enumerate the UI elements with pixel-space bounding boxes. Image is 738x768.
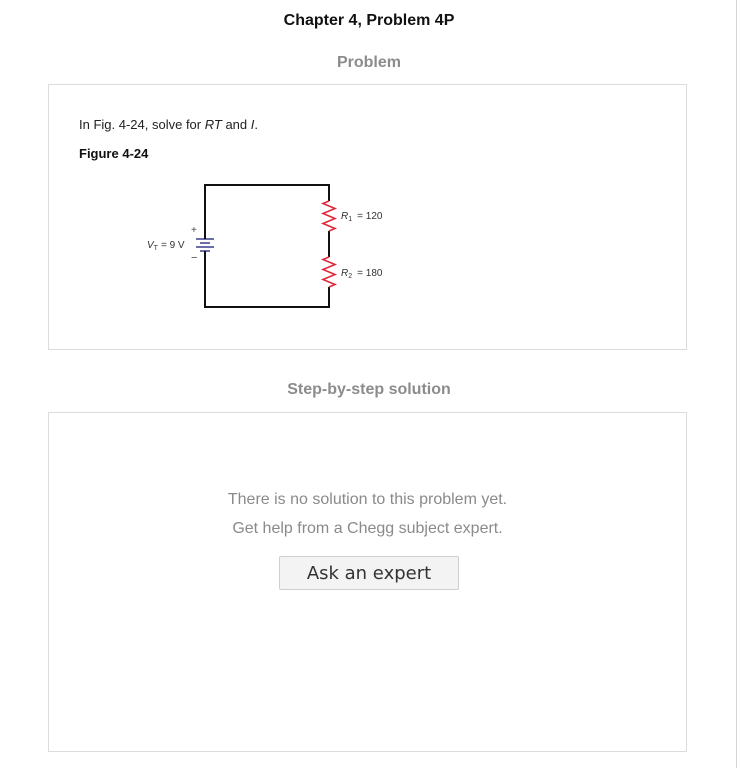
problem-text-mid: and (221, 117, 251, 132)
battery-symbol (196, 219, 214, 254)
solution-card: There is no solution to this problem yet… (48, 412, 687, 752)
battery-minus-sign: − (191, 252, 197, 264)
problem-statement: In Fig. 4-24, solve for RT and I. (79, 117, 258, 132)
wire-top-left (204, 184, 330, 219)
battery-plus-sign: + (191, 225, 197, 236)
r2-symbol: R (341, 268, 348, 279)
source-subscript: T (154, 245, 159, 252)
source-label: VT = 9 V (147, 240, 185, 252)
resistor-r1-label: R1 = 120 Ω (341, 211, 383, 223)
wire-bottom (204, 254, 330, 308)
resistor-r1-symbol (320, 200, 338, 232)
ask-expert-button[interactable]: Ask an expert (279, 556, 459, 590)
no-solution-message: There is no solution to this problem yet… (227, 491, 508, 508)
problem-var-rt: RT (204, 117, 222, 132)
r1-subscript: 1 (348, 216, 352, 223)
problem-text-suffix: . (254, 117, 259, 132)
problem-card: In Fig. 4-24, solve for RT and I. Figure… (48, 84, 687, 350)
resistor-r2-symbol (320, 256, 338, 288)
page-title: Chapter 4, Problem 4P (283, 12, 455, 29)
circuit-diagram: + − VT= 9 V R1= 120 Ω R2= 180 Ω (147, 184, 383, 308)
circuit-wires (204, 184, 330, 308)
expert-help-message: Get help from a Chegg subject expert. (232, 520, 503, 537)
r2-value: = 180 Ω (357, 268, 383, 279)
problem-text-prefix: In Fig. 4-24, solve for (79, 117, 205, 132)
solution-section-heading: Step-by-step solution (287, 381, 451, 398)
figure-label: Figure 4-24 (79, 146, 149, 161)
source-value: = 9 V (161, 240, 185, 251)
problem-section-heading: Problem (336, 54, 401, 71)
r1-value: = 120 Ω (357, 211, 383, 222)
resistor-r2-label: R2 = 180 Ω (341, 268, 383, 280)
r1-symbol: R (341, 211, 348, 222)
r2-subscript: 2 (348, 273, 352, 280)
